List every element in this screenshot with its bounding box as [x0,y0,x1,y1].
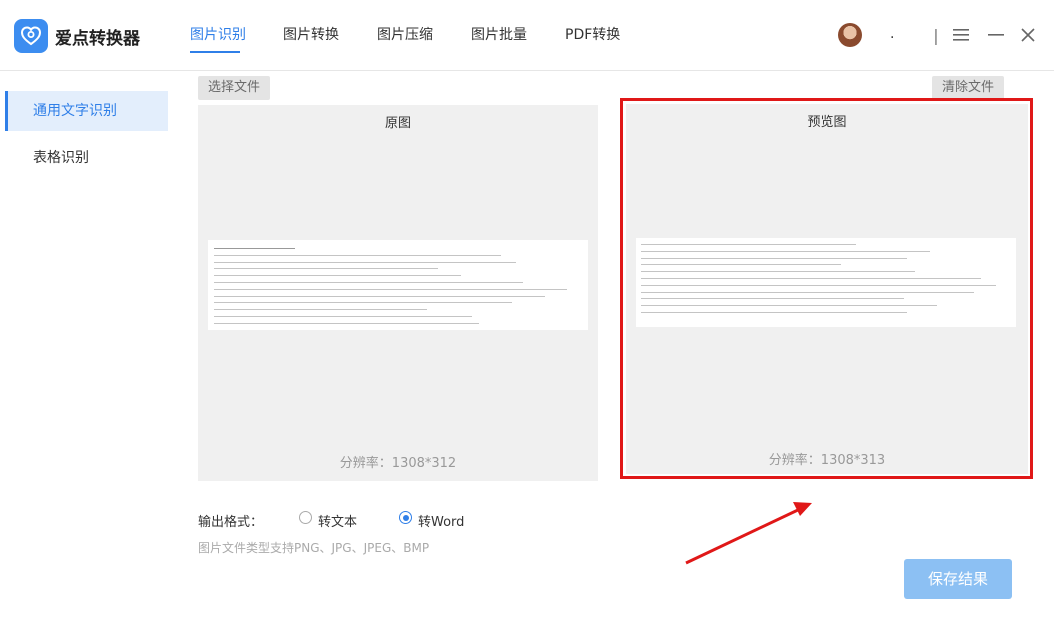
annotation-arrow-icon [685,502,812,565]
